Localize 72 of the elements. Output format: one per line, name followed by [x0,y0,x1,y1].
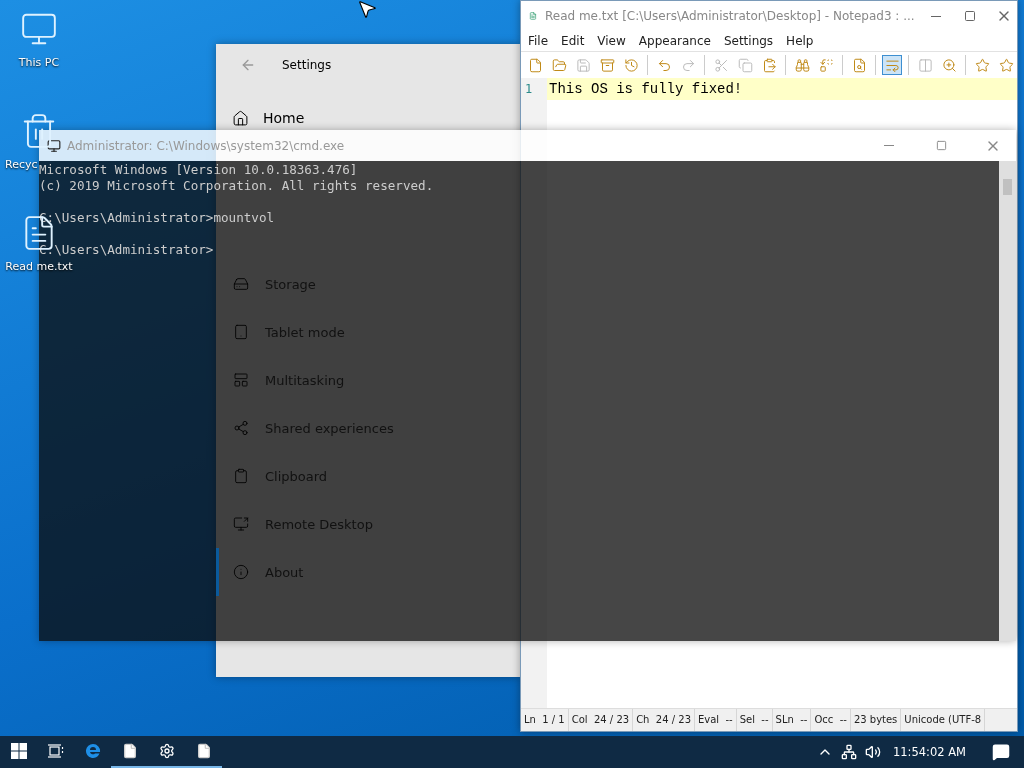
gear-icon [158,743,175,759]
console-line: Microsoft Windows [Version 10.0.18363.476] [39,162,359,178]
status-field: SLn -- [772,709,812,731]
menu-item[interactable]: View [590,34,632,48]
menu-item[interactable]: File [521,34,555,48]
undo-icon [656,57,672,73]
task-view-icon [47,744,64,758]
speaker-icon[interactable] [864,744,881,760]
desktop-icon-label[interactable]: This PC [18,56,60,69]
window-title: Settings [282,58,332,72]
menu-item[interactable]: Appearance [631,34,717,48]
binoculars-icon [794,57,810,73]
status-field: Ch 24 / 23 [633,709,695,731]
star-add-icon [998,57,1014,73]
clock[interactable]: 11:54:02 AM [892,745,966,759]
windows-logo-icon [10,743,27,759]
status-field: Ln 1 / 1 [521,709,569,731]
minimize-icon [930,15,941,17]
menu-item[interactable]: Settings [716,34,780,48]
file-icon [195,743,212,759]
replace-icon [818,57,834,73]
maximize-icon [935,140,947,151]
status-field: Sel -- [736,709,773,731]
network-icon[interactable] [840,744,857,760]
star-icon [974,57,990,73]
scissors-icon [713,57,729,73]
toolbar-button[interactable] [882,55,902,75]
window-stack-icon [233,372,249,388]
console-line: (c) 2019 Microsoft Corporation. All rights reserved. [39,178,435,194]
clipboard-icon [233,468,249,484]
scrollbar[interactable] [999,161,1016,641]
copy-icon [737,57,753,73]
home-icon[interactable] [232,109,249,127]
columns-icon [917,57,933,73]
minimize-icon [884,145,894,146]
status-field: Occ -- [811,709,851,731]
console-line: C:\Users\Administrator> [39,242,215,258]
notepad-icon [529,9,537,23]
save-icon [575,57,591,73]
line-number: 1 [524,81,534,98]
browser-icon [84,743,101,759]
share-icon [233,420,249,436]
maximize-icon [963,10,976,22]
desktop-icon-label[interactable]: Recyc [5,158,38,171]
redo-icon [680,57,696,73]
box-icon [599,57,615,73]
folder-icon [551,57,567,73]
console-icon [47,138,61,153]
file-icon [121,743,138,759]
status-field: Eval -- [695,709,737,731]
window-title: Read me.txt [C:\Users\Administrator\Desktop] - Notepad3 : ... [544,9,915,23]
info-icon [233,564,249,580]
history-icon [623,57,639,73]
notification-icon[interactable] [992,743,1010,761]
zoom-icon [941,57,957,73]
file-icon [527,57,543,73]
mouse-cursor-icon [356,0,378,20]
menu-item[interactable]: Edit [554,34,591,48]
paste-icon [761,57,777,73]
status-field: Col 24 / 23 [568,709,634,731]
desktop-icon-label[interactable]: Read me.txt [5,260,73,273]
wrap-icon [884,57,900,73]
home-link[interactable]: Home [263,110,305,126]
status-field: Unicode (UTF-8 [901,709,986,731]
tablet-icon [233,324,249,340]
drive-icon [233,276,249,292]
console-line: C:\Users\Administrator>mountvol [39,210,276,226]
menu-item[interactable]: Help [779,34,820,48]
screen-share-icon [233,516,249,532]
window-title: Administrator: C:\Windows\system32\cmd.exe [67,138,346,153]
document-search-icon [851,57,867,73]
status-field: 23 bytes [850,709,902,731]
